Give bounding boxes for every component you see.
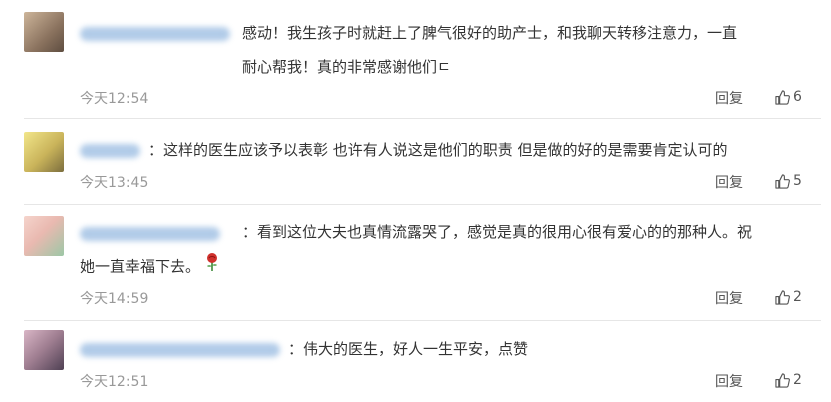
reply-button[interactable]: 回复 — [715, 371, 743, 391]
thumbs-up-icon — [775, 289, 790, 305]
comment-text-line2: 她一直幸福下去。 — [80, 257, 201, 276]
comment-text-continued: 耐心帮我！真的非常感谢他们ㄷ — [242, 58, 451, 76]
comment-time: 今天14:59 — [80, 291, 149, 307]
comment-time: 今天12:51 — [80, 374, 149, 390]
comment-item: ：看到这位大夫也真情流露哭了，感觉是真的很用心很有爱心的的那种人。祝 她一直幸福… — [0, 204, 831, 320]
thumbs-up-icon — [775, 89, 790, 105]
comment-text: ：这样的医生应该予以表彰 也许有人说这是他们的职责 但是做的好的是需要肯定认可的 — [148, 141, 728, 159]
like-button[interactable]: 5 — [775, 173, 802, 189]
thumbs-up-icon — [775, 372, 790, 388]
comment-item: ：这样的医生应该予以表彰 也许有人说这是他们的职责 但是做的好的是需要肯定认可的… — [0, 118, 831, 204]
like-count: 5 — [793, 173, 802, 189]
username-blurred[interactable] — [80, 144, 140, 158]
like-button[interactable]: 2 — [775, 372, 802, 388]
comment-item: ：伟大的医生，好人一生平安，点赞 今天12:51 回复 2 — [0, 320, 831, 402]
comment-text-continued: 她一直幸福下去。 — [80, 252, 220, 282]
username-blurred[interactable] — [80, 227, 220, 241]
comment-time: 今天12:54 — [80, 91, 149, 107]
like-count: 2 — [793, 372, 802, 388]
comment-text: ：看到这位大夫也真情流露哭了，感觉是真的很用心很有爱心的的那种人。祝 — [242, 223, 753, 241]
avatar[interactable] — [24, 216, 64, 256]
comment-item: 感动！我生孩子时就赶上了脾气很好的助产士，和我聊天转移注意力，一直 耐心帮我！真… — [0, 0, 831, 118]
username-blurred[interactable] — [80, 27, 230, 41]
like-count: 2 — [793, 289, 802, 305]
reply-button[interactable]: 回复 — [715, 288, 743, 308]
username-blurred[interactable] — [80, 343, 280, 357]
thumbs-up-icon — [775, 173, 790, 189]
comment-time: 今天13:45 — [80, 175, 149, 191]
comment-text: 感动！我生孩子时就赶上了脾气很好的助产士，和我聊天转移注意力，一直 — [242, 24, 738, 42]
like-button[interactable]: 2 — [775, 289, 802, 305]
reply-button[interactable]: 回复 — [715, 172, 743, 192]
comment-text: ：伟大的医生，好人一生平安，点赞 — [288, 340, 529, 358]
reply-button[interactable]: 回复 — [715, 88, 743, 108]
like-count: 6 — [793, 89, 802, 105]
like-button[interactable]: 6 — [775, 89, 802, 105]
avatar[interactable] — [24, 12, 64, 52]
rose-emoji-icon — [204, 252, 220, 282]
avatar[interactable] — [24, 132, 64, 172]
avatar[interactable] — [24, 330, 64, 370]
